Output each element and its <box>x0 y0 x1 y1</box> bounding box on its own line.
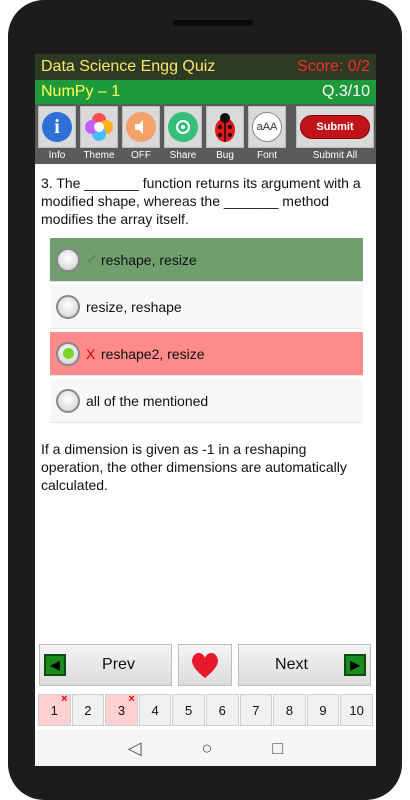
sound-toggle[interactable]: OFF <box>121 106 161 164</box>
option-label: reshape2, resize <box>101 345 205 362</box>
prev-label: Prev <box>102 656 135 673</box>
page-7[interactable]: 7 <box>239 694 273 726</box>
radio-icon[interactable] <box>56 294 80 319</box>
sound-icon <box>126 112 156 142</box>
option-4[interactable]: all of the mentioned <box>50 379 363 423</box>
info-label: Info <box>48 150 66 161</box>
question-counter: Q.3/10 <box>321 83 370 100</box>
first-arrow-icon: ◀ <box>44 654 66 676</box>
wrong-mark-icon: × <box>61 693 68 705</box>
page-5[interactable]: 5 <box>172 694 205 726</box>
radio-icon[interactable] <box>56 247 80 272</box>
option-label: reshape, resize <box>101 251 197 268</box>
navigation-bar: ◀ Prev Next ▶ <box>35 644 376 690</box>
share-button[interactable]: Share <box>163 106 203 164</box>
option-label: all of the mentioned <box>86 392 209 409</box>
sound-label: OFF <box>131 150 151 161</box>
question-pager: 1 × 2 3 × 4 5 6 7 8 9 10 <box>38 693 373 726</box>
app-screen: Data Science Engg Quiz Score: 0/2 NumPy … <box>35 54 376 766</box>
app-title: Data Science Engg Quiz <box>41 58 216 75</box>
recents-icon[interactable]: □ <box>272 738 283 759</box>
submit-tool: Submit Submit All <box>296 106 374 164</box>
option-1[interactable]: ✔ reshape, resize <box>50 238 363 282</box>
font-button[interactable]: aAA Font <box>247 106 287 164</box>
speaker-grille <box>173 20 253 26</box>
page-3[interactable]: 3 × <box>105 693 138 726</box>
bug-button[interactable]: Bug <box>205 106 245 164</box>
selected-dot <box>62 348 74 359</box>
toolbar: i Info Theme OFF Share Bug aAA Font Subm… <box>35 104 376 164</box>
correct-check-icon: ✔ <box>86 251 98 267</box>
title-bar: Data Science Engg Quiz Score: 0/2 <box>35 54 376 80</box>
option-label: resize, reshape <box>86 298 182 315</box>
wrong-mark-icon: × <box>128 693 135 705</box>
quiz-bar: NumPy – 1 Q.3/10 <box>35 80 376 104</box>
prev-button[interactable]: ◀ Prev <box>39 644 172 686</box>
next-label: Next <box>275 656 308 673</box>
share-icon <box>168 112 198 142</box>
page-6[interactable]: 6 <box>205 694 239 726</box>
page-4[interactable]: 4 <box>138 694 172 726</box>
wrong-cross-icon: X <box>86 345 96 362</box>
last-arrow-icon: ▶ <box>344 654 366 676</box>
page-9[interactable]: 9 <box>306 694 340 726</box>
page-8[interactable]: 8 <box>273 694 306 726</box>
options-list: ✔ reshape, resize resize, reshape X resh… <box>35 238 376 423</box>
favorite-button[interactable] <box>178 644 232 686</box>
submit-all-label: Submit All <box>312 150 358 161</box>
system-nav-bar: ◁ ○ □ <box>35 730 376 766</box>
bug-label: Bug <box>216 150 234 161</box>
theme-label: Theme <box>83 150 115 161</box>
next-button[interactable]: Next ▶ <box>238 644 371 686</box>
theme-icon <box>85 113 113 141</box>
page-2[interactable]: 2 <box>71 694 105 726</box>
font-label: Font <box>256 150 277 161</box>
radio-icon[interactable] <box>56 341 80 366</box>
submit-button[interactable]: Submit <box>300 115 370 139</box>
theme-button[interactable]: Theme <box>79 106 119 164</box>
quiz-name: NumPy – 1 <box>41 83 121 100</box>
score-display: Score: 0/2 <box>297 58 370 75</box>
font-icon: aAA <box>252 112 282 142</box>
page-10[interactable]: 10 <box>340 694 373 726</box>
bug-icon <box>215 113 235 142</box>
option-2[interactable]: resize, reshape <box>50 285 363 329</box>
heart-icon <box>192 652 218 678</box>
back-icon[interactable]: ◁ <box>128 738 142 759</box>
page-1[interactable]: 1 × <box>38 693 71 726</box>
radio-icon[interactable] <box>56 388 80 413</box>
info-icon: i <box>42 112 72 142</box>
explanation-text: If a dimension is given as -1 in a resha… <box>41 441 347 493</box>
share-label: Share <box>169 150 197 161</box>
info-button[interactable]: i Info <box>37 106 77 164</box>
question-text: 3. The _______ function returns its argu… <box>41 175 361 227</box>
home-icon[interactable]: ○ <box>202 738 213 759</box>
option-3[interactable]: X reshape2, resize <box>50 332 363 376</box>
